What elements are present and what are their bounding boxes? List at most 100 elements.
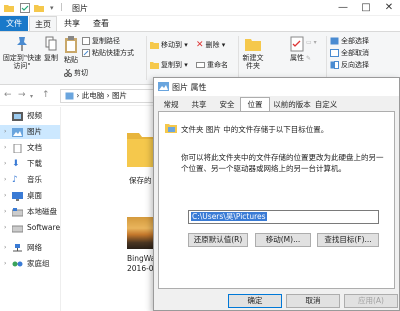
address-path: › 此电脑 › 图片 xyxy=(76,91,128,100)
folder-thumbnail-label[interactable]: 保存的 xyxy=(129,175,152,186)
copy-button[interactable]: 复制 xyxy=(42,36,60,62)
nav-label: 视频 xyxy=(27,111,42,120)
nav-label: 文档 xyxy=(27,143,42,152)
new-folder-quickaccess-icon[interactable] xyxy=(34,3,44,13)
ok-button[interactable]: 确定 xyxy=(228,294,282,308)
properties-checklist-icon xyxy=(290,36,304,52)
select-none-button[interactable]: 全部取消 xyxy=(330,48,369,58)
pin-quick-access-button[interactable]: 固定到"快速访问" xyxy=(2,36,42,70)
copy-label: 复制 xyxy=(44,54,58,62)
chevron-right-icon[interactable]: › xyxy=(4,221,6,235)
address-field[interactable]: › 此电脑 › 图片 xyxy=(60,89,164,103)
clipboard-icon xyxy=(65,36,77,53)
video-folder-icon xyxy=(12,112,23,121)
nav-item-downloads[interactable]: › ⬇ 下载 xyxy=(0,157,60,171)
image-thumbnail-label[interactable]: BingWa xyxy=(127,254,155,263)
paste-button[interactable]: 粘贴 xyxy=(61,36,81,64)
tab-security[interactable]: 安全 xyxy=(216,98,238,111)
customize-quickaccess-icon[interactable]: ▾ xyxy=(50,3,60,13)
pin-quick-access-label: 固定到"快速访问" xyxy=(2,54,42,70)
tab-file[interactable]: 文件 xyxy=(0,16,28,31)
properties-button[interactable]: 属性 xyxy=(286,36,308,62)
cut-label: 剪切 xyxy=(74,69,88,77)
select-all-button[interactable]: 全部选择 xyxy=(330,36,369,46)
tab-sharing[interactable]: 共享 xyxy=(188,98,210,111)
move-button[interactable]: 移动(M)... xyxy=(255,233,311,247)
chevron-right-icon[interactable]: › xyxy=(4,125,6,139)
properties-label: 属性 xyxy=(290,54,304,62)
chevron-right-icon[interactable]: › xyxy=(4,173,6,187)
find-target-button[interactable]: 查找目标(F)... xyxy=(317,233,379,247)
nav-item-local-disk-c[interactable]: › 本地磁盘 (C:) xyxy=(0,205,73,219)
tab-previous-versions[interactable]: 以前的版本 xyxy=(272,98,312,111)
pictures-folder-icon xyxy=(158,82,169,91)
tab-customize[interactable]: 自定义 xyxy=(312,98,340,111)
move-to-button[interactable]: 移动到 ▾ xyxy=(150,40,188,50)
new-folder-button[interactable]: 新建文件夹 xyxy=(240,36,266,70)
delete-button[interactable]: ✕ 删除 ▾ xyxy=(196,40,225,50)
checkmark-quickaccess-icon[interactable] xyxy=(20,3,30,13)
recent-locations-icon[interactable]: ▾ xyxy=(30,93,33,100)
nav-label: 网络 xyxy=(27,243,42,252)
cut-button[interactable]: 剪切 xyxy=(64,68,88,78)
new-folder-icon xyxy=(245,39,261,51)
apply-button[interactable]: 应用(A) xyxy=(344,294,398,308)
chevron-right-icon[interactable]: › xyxy=(4,205,6,219)
chevron-right-icon[interactable]: › xyxy=(4,189,6,203)
close-button[interactable]: ✕ xyxy=(378,0,400,16)
back-button[interactable]: ← xyxy=(4,90,12,100)
drive-icon xyxy=(12,225,23,233)
nav-item-desktop[interactable]: › 桌面 xyxy=(0,189,60,203)
chevron-right-icon[interactable]: › xyxy=(4,257,6,271)
edit-icon[interactable]: ✎ xyxy=(306,54,311,64)
cancel-button[interactable]: 取消 xyxy=(286,294,340,308)
location-tab-panel: 文件夹 图片 中的文件存储于以下目标位置。 你可以将此文件夹中的文件存储的位置更… xyxy=(158,111,395,289)
maximize-button[interactable]: □ xyxy=(355,0,377,16)
copy-path-button[interactable]: 复制路径 xyxy=(82,36,120,46)
nav-item-videos[interactable]: 视频 xyxy=(0,109,60,123)
copy-path-label: 复制路径 xyxy=(92,37,120,45)
copy-to-button[interactable]: 复制到 ▾ xyxy=(150,60,188,70)
delete-label: 删除 xyxy=(205,41,220,49)
tab-home[interactable]: 主页 xyxy=(29,16,57,31)
tab-location[interactable]: 位置 xyxy=(240,97,270,112)
tab-share[interactable]: 共享 xyxy=(58,16,86,31)
ribbon-separator xyxy=(146,36,147,80)
restore-default-button[interactable]: 还原默认值(R) xyxy=(188,233,248,247)
pictures-folder-icon xyxy=(12,128,23,137)
nav-item-homegroup[interactable]: › 家庭组 xyxy=(0,257,60,271)
nav-item-music[interactable]: › ♪ 音乐 xyxy=(0,173,60,187)
paste-label: 粘贴 xyxy=(64,56,78,64)
chevron-right-icon[interactable]: › xyxy=(4,141,6,155)
tab-general[interactable]: 常规 xyxy=(160,98,182,111)
dialog-title-bar[interactable]: 图片 属性 xyxy=(154,78,399,96)
chevron-right-icon[interactable]: › xyxy=(4,241,6,255)
nav-item-softwares-d[interactable]: › Softwares (D:) xyxy=(0,221,81,235)
copy-to-icon xyxy=(150,62,159,69)
move-to-icon xyxy=(150,42,159,49)
open-icon[interactable]: ▭ ▾ xyxy=(306,38,317,48)
forward-button[interactable]: → xyxy=(18,90,26,100)
navigation-pane: 视频 › 图片 › 文档 › ⬇ 下载 › ♪ 音乐 › 桌面 › 本地磁盘 (… xyxy=(0,107,81,311)
invert-selection-button[interactable]: 反向选择 xyxy=(330,60,369,70)
tab-view[interactable]: 查看 xyxy=(87,16,115,31)
select-all-icon xyxy=(330,37,339,45)
up-button[interactable]: ↑ xyxy=(42,90,50,100)
music-folder-icon: ♪ xyxy=(12,175,18,185)
nav-label: 下载 xyxy=(27,159,42,168)
rename-icon xyxy=(196,62,205,68)
rename-button[interactable]: 重命名 xyxy=(196,60,228,70)
paste-shortcut-button[interactable]: 粘贴快捷方式 xyxy=(82,48,134,58)
nav-label: 图片 xyxy=(27,127,42,136)
image-thumbnail-date: 2016-0 xyxy=(127,264,154,273)
copy-path-icon xyxy=(82,37,90,45)
minimize-button[interactable]: — xyxy=(332,0,354,16)
title-bar: ▾ | 图片 — □ ✕ xyxy=(0,0,400,16)
nav-item-pictures[interactable]: › 图片 xyxy=(0,125,60,139)
chevron-right-icon[interactable]: › xyxy=(4,157,6,171)
nav-item-documents[interactable]: › 文档 xyxy=(0,141,60,155)
nav-item-network[interactable]: › 网络 xyxy=(0,241,60,255)
nav-label: 家庭组 xyxy=(27,259,50,268)
target-path-input[interactable]: C:\Users\昊\Pictures xyxy=(188,210,379,224)
properties-dialog: 图片 属性 常规 共享 安全 位置 以前的版本 自定义 文件夹 图片 中的文件存… xyxy=(153,77,400,311)
